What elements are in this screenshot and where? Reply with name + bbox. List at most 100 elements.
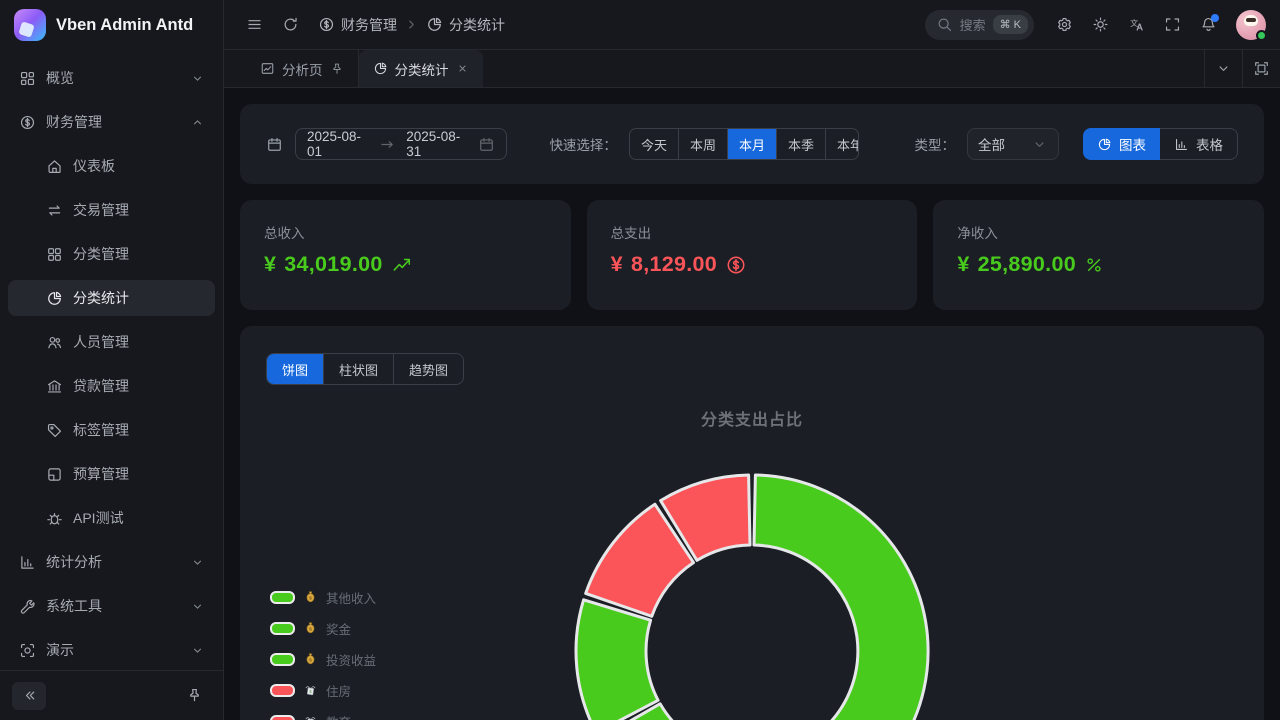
- sun-icon: [1092, 16, 1109, 33]
- quick-select-本周[interactable]: 本周: [678, 129, 727, 159]
- sidebar-item-系统工具[interactable]: 系统工具: [8, 588, 215, 624]
- sidebar-item-统计分析[interactable]: 统计分析: [8, 544, 215, 580]
- pin-sidebar-button[interactable]: [177, 682, 211, 710]
- pie-icon: [373, 61, 388, 76]
- refresh-button[interactable]: [274, 9, 306, 41]
- sidebar-item-人员管理[interactable]: 人员管理: [8, 324, 215, 360]
- sidebar-item-财务管理[interactable]: 财务管理: [8, 104, 215, 140]
- quick-select-label: 快速选择：: [549, 134, 617, 154]
- donut-segment-投资收益[interactable]: [576, 600, 658, 720]
- search-input[interactable]: 搜索 ⌘ K: [925, 10, 1034, 40]
- legend-label: 住房: [326, 681, 351, 700]
- sidebar-item-API测试[interactable]: API测试: [8, 500, 215, 536]
- quick-select-本年[interactable]: 本年: [825, 129, 859, 159]
- sidebar-item-label: 人员管理: [73, 332, 205, 352]
- sidebar-item-演示[interactable]: 演示: [8, 632, 215, 668]
- date-range-picker[interactable]: 2025-08-01 2025-08-31: [295, 128, 507, 160]
- breadcrumb-item-category-stats[interactable]: 分类统计: [426, 15, 505, 35]
- view-toggle-label: 表格: [1196, 134, 1223, 154]
- sidebar-item-label: 演示: [46, 640, 180, 660]
- legend-swatch: [270, 653, 295, 666]
- quick-select-本月[interactable]: 本月: [727, 129, 776, 159]
- sidebar-item-预算管理[interactable]: 预算管理: [8, 456, 215, 492]
- sidebar-item-概览[interactable]: 概览: [8, 60, 215, 96]
- sidebar-item-label: 财务管理: [46, 112, 180, 132]
- notifications-button[interactable]: [1192, 9, 1224, 41]
- collapse-sidebar-button[interactable]: [12, 682, 46, 710]
- legend-label: 奖金: [326, 619, 351, 638]
- chart-legend: $其他收入$奖金$投资收益$住房$教育: [270, 588, 376, 720]
- stat-label: 总收入: [264, 222, 547, 242]
- money-bag-icon: $: [303, 652, 318, 667]
- breadcrumb: 财务管理 分类统计: [318, 15, 505, 35]
- view-toggle-表格[interactable]: 表格: [1160, 128, 1238, 160]
- legend-item-住房[interactable]: $ 住房: [270, 681, 376, 700]
- chart-tab-饼图[interactable]: 饼图: [267, 354, 323, 384]
- app-logo-row[interactable]: Vben Admin Antd: [0, 0, 223, 50]
- theme-toggle-button[interactable]: [1084, 9, 1116, 41]
- tab-tools: [1204, 50, 1280, 87]
- sidebar-item-交易管理[interactable]: 交易管理: [8, 192, 215, 228]
- tab-分类统计[interactable]: 分类统计: [359, 50, 483, 87]
- legend-item-教育[interactable]: $教育: [270, 712, 376, 720]
- sidebar-item-label: 仪表板: [73, 156, 205, 176]
- tabs: 分析页分类统计: [224, 50, 483, 87]
- flying-money-icon: $: [303, 683, 318, 698]
- chevron-down-icon: [190, 599, 205, 614]
- sidebar-item-label: 标签管理: [73, 420, 205, 440]
- stat-amount: 25,890.00: [978, 252, 1076, 277]
- quick-select-本季[interactable]: 本季: [776, 129, 825, 159]
- breadcrumb-item-finance[interactable]: 财务管理: [318, 15, 397, 35]
- money-bag-icon: $: [303, 590, 318, 605]
- legend-item-其他收入[interactable]: $其他收入: [270, 588, 376, 607]
- sidebar: Vben Admin Antd 概览财务管理仪表板交易管理分类管理分类统计人员管…: [0, 0, 224, 720]
- dollar-circle-icon: [19, 114, 36, 131]
- users-icon: [46, 334, 63, 351]
- hamburger-menu-button[interactable]: [238, 9, 270, 41]
- gear-icon: [1056, 16, 1073, 33]
- breadcrumb-label: 财务管理: [341, 15, 397, 35]
- grid2-icon: [46, 246, 63, 263]
- type-select-value: 全部: [978, 134, 1005, 154]
- wrench-icon: [19, 598, 36, 615]
- pin-icon: [186, 687, 203, 704]
- settings-button[interactable]: [1048, 9, 1080, 41]
- stat-label: 净收入: [957, 222, 1240, 242]
- view-toggle-图表[interactable]: 图表: [1083, 128, 1160, 160]
- chart-tab-趋势图[interactable]: 趋势图: [393, 354, 463, 384]
- header: 财务管理 分类统计 搜索 ⌘ K 文: [224, 0, 1280, 50]
- fullscreen-button[interactable]: [1156, 9, 1188, 41]
- avatar[interactable]: [1236, 10, 1266, 40]
- maximize-content-button[interactable]: [1242, 50, 1280, 87]
- bug-icon: [46, 510, 63, 527]
- close-tab-icon[interactable]: [456, 62, 469, 75]
- donut-chart[interactable]: [240, 386, 1264, 720]
- breadcrumb-label: 分类统计: [449, 15, 505, 35]
- language-button[interactable]: 文: [1120, 9, 1152, 41]
- scan-icon: [19, 642, 36, 659]
- currency-symbol: ¥: [264, 252, 276, 277]
- hamburger-icon: [246, 16, 263, 33]
- legend-swatch: [270, 684, 295, 697]
- view-toggle: 图表 表格: [1083, 128, 1238, 160]
- chart-tab-柱状图[interactable]: 柱状图: [323, 354, 393, 384]
- sidebar-item-贷款管理[interactable]: 贷款管理: [8, 368, 215, 404]
- legend-item-奖金[interactable]: $奖金: [270, 619, 376, 638]
- pin-icon[interactable]: [330, 62, 344, 76]
- tag-icon: [46, 422, 63, 439]
- sidebar-item-label: 系统工具: [46, 596, 180, 616]
- view-toggle-label: 图表: [1119, 134, 1146, 154]
- tab-menu-dropdown-button[interactable]: [1204, 50, 1242, 87]
- type-select[interactable]: 全部: [967, 128, 1059, 160]
- chart-card: 饼图柱状图趋势图 分类支出占比 $其他收入$奖金$投资收益$住房$教育: [240, 326, 1264, 720]
- chevrons-left-icon: [21, 687, 38, 704]
- quick-select-今天[interactable]: 今天: [630, 129, 678, 159]
- sidebar-item-仪表板[interactable]: 仪表板: [8, 148, 215, 184]
- tab-分析页[interactable]: 分析页: [246, 50, 359, 87]
- donut-segment-其他收入[interactable]: [754, 475, 928, 720]
- search-shortcut-badge: ⌘ K: [993, 15, 1028, 34]
- sidebar-item-标签管理[interactable]: 标签管理: [8, 412, 215, 448]
- legend-item-投资收益[interactable]: $投资收益: [270, 650, 376, 669]
- sidebar-item-分类管理[interactable]: 分类管理: [8, 236, 215, 272]
- sidebar-item-分类统计[interactable]: 分类统计: [8, 280, 215, 316]
